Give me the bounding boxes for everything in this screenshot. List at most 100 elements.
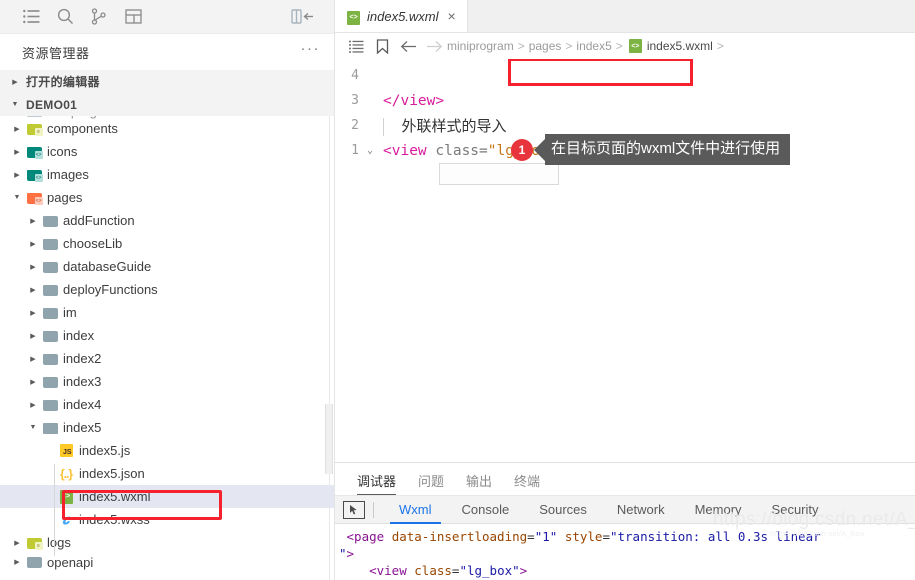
extensions-icon[interactable]	[116, 2, 150, 32]
source-control-icon[interactable]	[82, 2, 116, 32]
chevron-right-icon[interactable]	[26, 378, 40, 386]
inspector-code-line[interactable]: ">	[339, 545, 915, 562]
section-open-editors[interactable]: 打开的编辑器	[0, 70, 334, 93]
chevron-right-icon[interactable]	[10, 171, 24, 179]
tree-file-row[interactable]: JS index5.js	[0, 439, 334, 462]
devtools-tab-wxml[interactable]: Wxml	[384, 497, 447, 524]
chevron-right-icon[interactable]	[26, 217, 40, 225]
panel-tab-1[interactable]: 问题	[418, 471, 444, 495]
inspector-code-line[interactable]: <view class="lg_box">	[339, 562, 915, 579]
inspect-element-icon[interactable]	[343, 500, 365, 519]
devtools-tab-sources[interactable]: Sources	[524, 497, 602, 523]
code-line[interactable]: 4	[335, 63, 915, 88]
tree-folder-row[interactable]: index4	[0, 393, 334, 416]
tree-indent-guide	[54, 464, 55, 556]
token-attr: data-insertloading	[391, 529, 528, 544]
folder-lime-icon: ≡	[24, 537, 44, 550]
tree-folder-row[interactable]: chooseLib	[0, 232, 334, 255]
tab-label: index5.wxml	[367, 8, 439, 24]
folder-grey-icon	[40, 399, 60, 411]
bookmark-icon[interactable]	[369, 38, 395, 54]
chevron-down-icon[interactable]	[26, 424, 40, 431]
folder-grey-icon	[40, 215, 60, 227]
chevron-right-icon[interactable]	[26, 332, 40, 340]
file-wxss-icon: 𝒄	[62, 511, 70, 527]
tree-folder-row[interactable]: ≡logs	[0, 531, 334, 554]
tree-item-label: addFunction	[63, 213, 135, 228]
sidebar-scrollbar[interactable]	[325, 404, 333, 474]
chevron-right-icon[interactable]	[26, 401, 40, 409]
chevron-right-icon[interactable]	[10, 148, 24, 156]
tree-file-row[interactable]: {..} index5.json	[0, 462, 334, 485]
tree-folder-row[interactable]: databaseGuide	[0, 255, 334, 278]
explorer-icon[interactable]	[14, 2, 48, 32]
panel-tab-3[interactable]: 终端	[514, 471, 540, 495]
more-actions-icon[interactable]: ···	[301, 41, 321, 60]
tree-folder-row[interactable]: index3	[0, 370, 334, 393]
tree-folder-row[interactable]: index	[0, 324, 334, 347]
callout-arrow-icon	[534, 138, 545, 161]
close-icon[interactable]: ×	[446, 8, 458, 24]
token-val: "1"	[534, 529, 558, 544]
wxml-inspector-content[interactable]: <page data-insertloading="1" style="tran…	[335, 524, 915, 580]
tree-folder-row[interactable]: <>icons	[0, 140, 334, 163]
tree-folder-row[interactable]: addFunction	[0, 209, 334, 232]
tree-folder-row[interactable]: <>images	[0, 163, 334, 186]
breadcrumb-item-0[interactable]: miniprogram	[447, 39, 514, 53]
chevron-right-icon[interactable]	[26, 309, 40, 317]
tree-folder-row[interactable]: <>pages	[0, 186, 334, 209]
tree-item-label: index4	[63, 397, 102, 412]
panel-tab-2[interactable]: 输出	[466, 471, 492, 495]
tree-item-label: index3	[63, 374, 102, 389]
tree-file-row[interactable]: 𝒄 index5.wxss	[0, 508, 334, 531]
chevron-right-icon[interactable]	[26, 355, 40, 363]
chevron-down-icon[interactable]	[10, 194, 24, 201]
tree-folder-row[interactable]: ≡components	[0, 117, 334, 140]
chevron-right-icon[interactable]	[26, 240, 40, 248]
panel-tab-0[interactable]: 调试器	[357, 471, 397, 495]
outline-icon[interactable]	[343, 40, 369, 53]
tree-file-row[interactable]: <> index5.wxml	[0, 485, 334, 508]
devtools-tab-security[interactable]: Security	[757, 497, 834, 523]
file-wxml-icon: <>	[56, 489, 76, 504]
file-tree[interactable]: miniprogram≡components<>icons<>images<>p…	[0, 116, 334, 580]
tree-folder-row[interactable]: index2	[0, 347, 334, 370]
tree-folder-row[interactable]: deployFunctions	[0, 278, 334, 301]
token-tag: </view>	[383, 92, 445, 109]
search-icon[interactable]	[48, 2, 82, 32]
forward-arrow-icon[interactable]	[421, 40, 447, 53]
collapse-sidebar-icon[interactable]	[286, 2, 320, 32]
code-line[interactable]: 3 </view>	[335, 88, 915, 113]
activity-bar	[0, 0, 334, 34]
code-editor[interactable]: 43</view>2 外联样式的导入1⌄<view class="lg_box"…	[335, 59, 915, 462]
chevron-right-icon[interactable]	[10, 539, 24, 547]
token-tag: <page	[346, 529, 385, 544]
tab-index5-wxml[interactable]: <> index5.wxml ×	[335, 0, 468, 32]
token-attr: style	[564, 529, 603, 544]
folder-grey-icon	[40, 376, 60, 388]
chevron-down-icon	[8, 101, 22, 108]
code-fold-icon[interactable]: ⌄	[359, 145, 381, 156]
tree-folder-row[interactable]: openapi	[0, 554, 334, 570]
breadcrumb-item-2[interactable]: index5	[576, 39, 611, 53]
chevron-right-icon[interactable]	[26, 286, 40, 294]
breadcrumb-item-3[interactable]: index5.wxml	[647, 39, 713, 53]
back-arrow-icon[interactable]	[395, 40, 421, 53]
chevron-right-icon	[8, 78, 22, 86]
toolbar-divider	[373, 501, 374, 518]
line-number: 4	[351, 68, 359, 83]
inspector-code-line[interactable]: <page data-insertloading="1" style="tran…	[339, 528, 915, 545]
chevron-right-icon[interactable]	[10, 558, 24, 566]
section-demo01[interactable]: DEMO01	[0, 93, 334, 116]
chevron-right-icon[interactable]	[10, 125, 24, 133]
breadcrumb-item-1[interactable]: pages	[529, 39, 562, 53]
devtools-tab-console[interactable]: Console	[447, 497, 525, 523]
tree-item-label: databaseGuide	[63, 259, 152, 274]
tree-folder-row[interactable]: im	[0, 301, 334, 324]
token-cn: 外联样式的导入	[401, 118, 507, 135]
tree-folder-row[interactable]: index5	[0, 416, 334, 439]
chevron-right-icon[interactable]	[26, 263, 40, 271]
devtools-tab-memory[interactable]: Memory	[680, 497, 757, 523]
devtools-tab-network[interactable]: Network	[602, 497, 680, 523]
